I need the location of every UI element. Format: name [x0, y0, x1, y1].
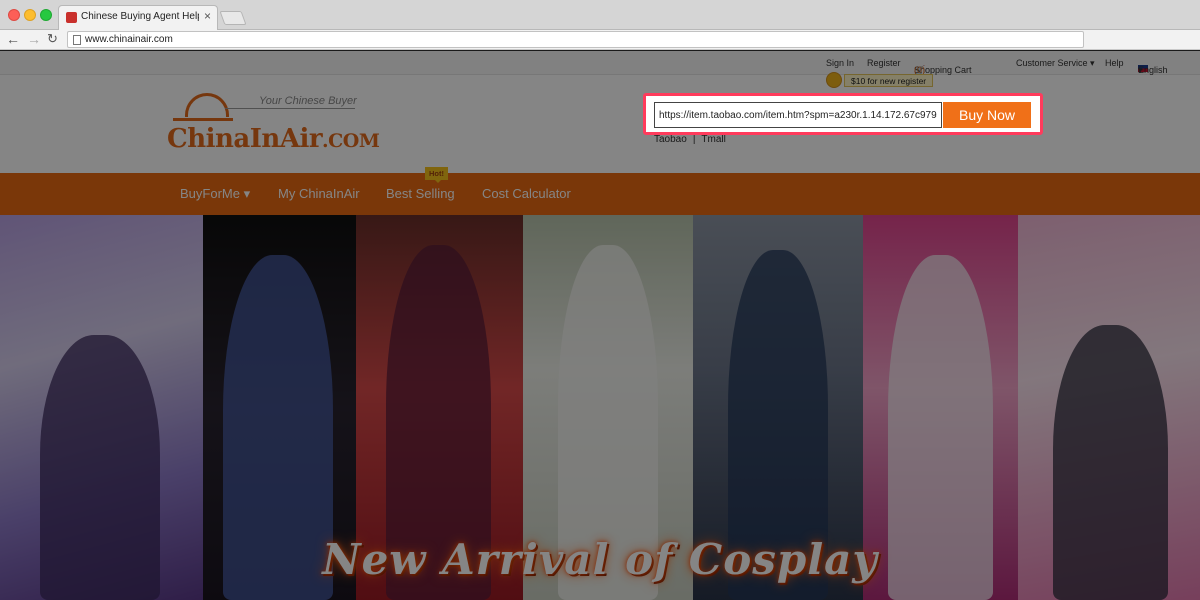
browser-window: Chinese Buying Agent Help Bu × ← → ↻ www… [0, 0, 1200, 600]
forward-arrow-icon[interactable]: → [27, 31, 41, 47]
sign-in-link[interactable]: Sign In [826, 58, 854, 68]
customer-service-menu[interactable]: Customer Service ▾ [1016, 58, 1095, 69]
banner-title: New Arrival of Cosplay [322, 535, 878, 584]
back-arrow-icon[interactable]: ← [6, 31, 20, 47]
source-separator: | [692, 134, 696, 145]
top-utility-bar: Sign In Register 🛒 Shopping Cart (0) Cus… [0, 51, 1200, 75]
browser-tab[interactable]: Chinese Buying Agent Help Bu × [58, 5, 218, 30]
nav-cost-calculator[interactable]: Cost Calculator [482, 186, 571, 201]
minimize-window-button[interactable] [24, 9, 36, 21]
chevron-down-icon: ▾ [1138, 65, 1143, 75]
logo-wordmark: ChinaInAir.COM [167, 124, 380, 154]
tab-strip: Chinese Buying Agent Help Bu × [0, 0, 1200, 30]
site-logo[interactable]: Your Chinese Buyer ChinaInAir.COM [165, 91, 380, 161]
main-nav: BuyForMe ▾ My ChinaInAir Best Selling Ho… [0, 167, 1200, 215]
address-text[interactable]: www.chinainair.com [85, 34, 173, 45]
buy-link-search-box: Buy Now [643, 93, 1043, 135]
buy-now-button[interactable]: Buy Now [943, 102, 1031, 128]
logo-swoosh [225, 108, 355, 109]
gift-icon [826, 72, 842, 88]
taobao-link[interactable]: Taobao [654, 134, 687, 145]
cosplay-banner[interactable]: New Arrival of Cosplay [0, 215, 1200, 600]
logo-bar [173, 118, 233, 121]
help-link[interactable]: Help [1105, 58, 1124, 68]
browser-toolbar: ← → ↻ www.chinainair.com [0, 30, 1200, 50]
favicon-icon [66, 12, 77, 23]
logo-suffix: .COM [322, 130, 380, 152]
address-bar[interactable]: www.chinainair.com [67, 31, 1084, 48]
product-url-input[interactable] [654, 102, 942, 128]
page-info-icon[interactable] [73, 35, 81, 45]
nav-best-selling[interactable]: Best Selling [386, 186, 455, 201]
web-page: Sign In Register 🛒 Shopping Cart (0) Cus… [0, 51, 1200, 600]
hot-badge: Hot! [425, 167, 448, 183]
zoom-window-button[interactable] [40, 9, 52, 21]
nav-my-chinainair[interactable]: My ChinaInAir [278, 186, 360, 201]
new-register-promo[interactable]: $10 for new register [826, 72, 934, 88]
nav-buyforme[interactable]: BuyForMe ▾ [180, 186, 250, 202]
logo-arc-icon [185, 93, 229, 117]
new-tab-button[interactable] [219, 11, 247, 25]
close-tab-icon[interactable]: × [204, 9, 211, 23]
tmall-link[interactable]: Tmall [701, 134, 725, 145]
promo-text: $10 for new register [844, 73, 934, 87]
logo-tagline: Your Chinese Buyer [259, 95, 357, 107]
register-link[interactable]: Register [867, 58, 901, 68]
source-links: Taobao | Tmall [654, 134, 726, 145]
tab-title: Chinese Buying Agent Help Bu [81, 11, 199, 22]
reload-icon[interactable]: ↻ [47, 31, 58, 47]
close-window-button[interactable] [8, 9, 20, 21]
logo-name: ChinaInAir [167, 124, 323, 154]
